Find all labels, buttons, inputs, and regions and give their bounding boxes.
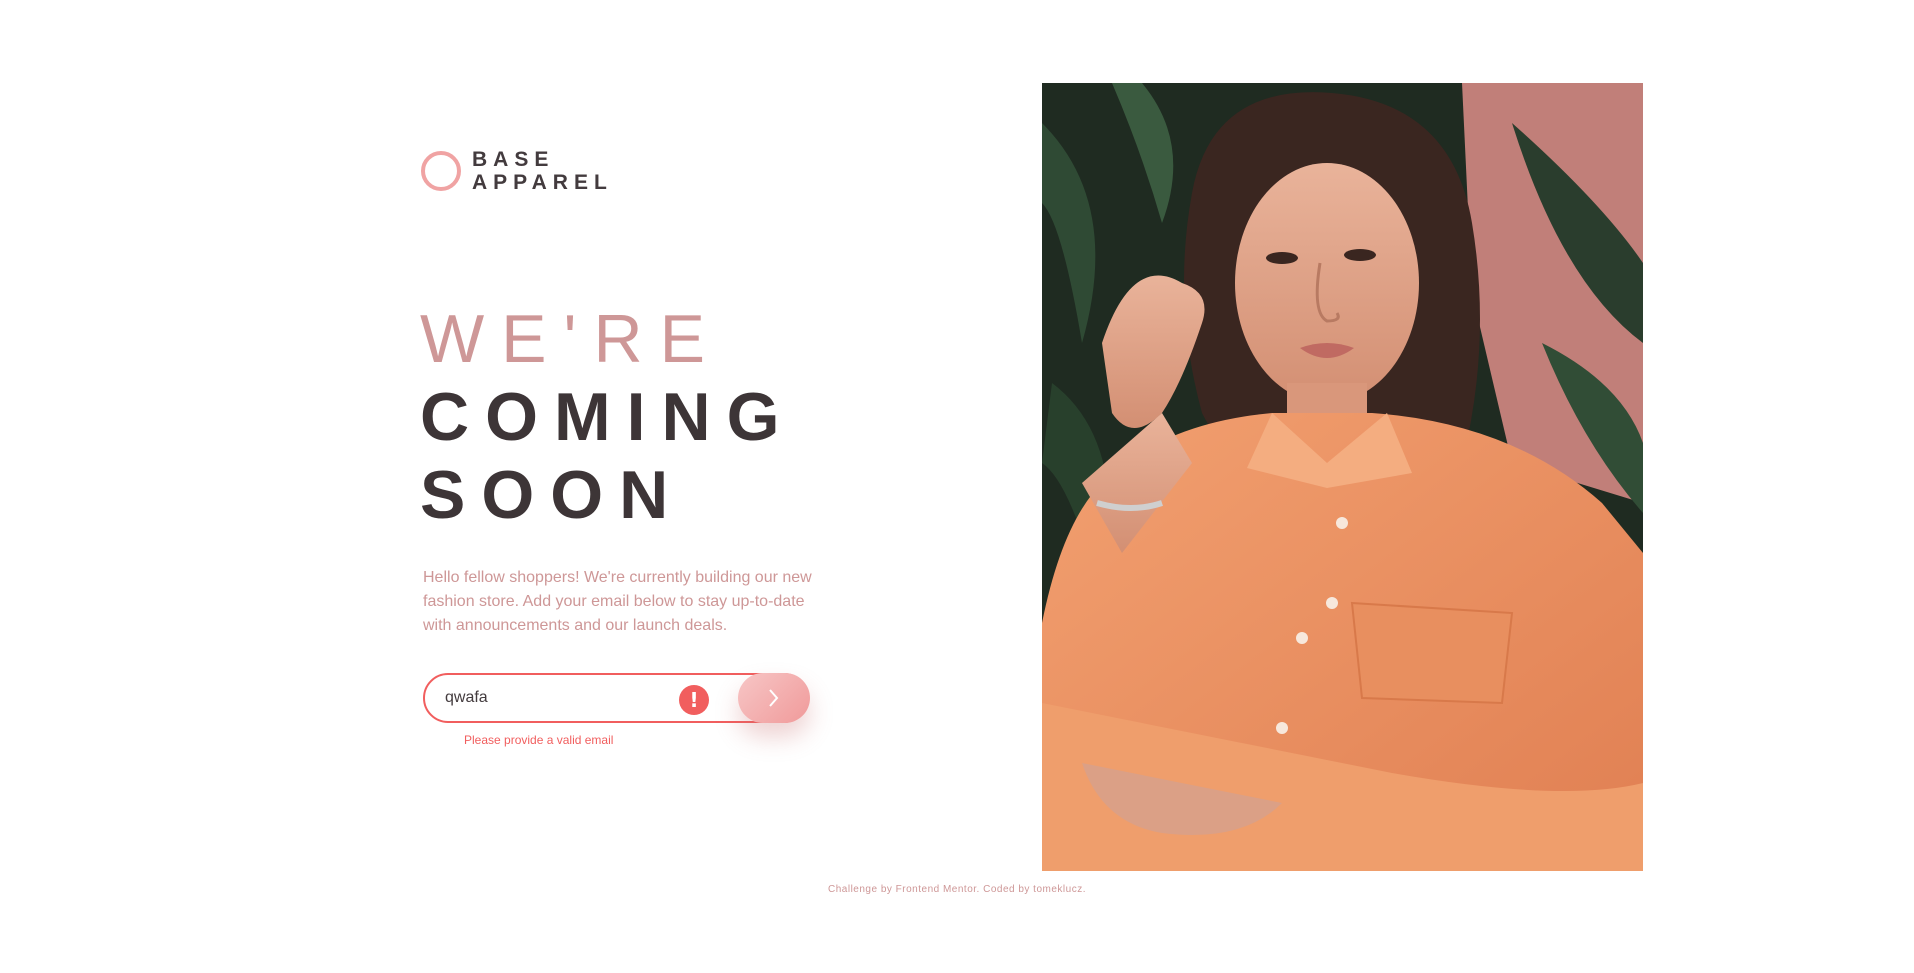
page-headline: WE'RE COMING SOON [420,300,796,534]
intro-text: Hello fellow shoppers! We're currently b… [423,569,812,634]
footer-credit: Challenge by Frontend Mentor. Coded by t… [828,884,1086,895]
brand-line-2: APPAREL [472,171,613,194]
brand-logo: BASE APPAREL [421,148,613,194]
error-exclamation-icon: ! [679,685,709,715]
logo-circle-icon [421,151,461,191]
chevron-right-icon [769,689,779,707]
headline-line-2: COMING [420,379,796,455]
email-signup-form: ! [423,673,810,723]
brand-line-1: BASE [472,148,555,171]
model-photo [1042,83,1643,871]
hero-image [1042,83,1643,871]
email-input[interactable] [445,675,675,721]
email-error-message: Please provide a valid email [464,733,614,747]
submit-button[interactable] [738,673,810,723]
headline-line-1: WE'RE [420,301,722,377]
headline-line-3: SOON [420,457,685,533]
brand-name: BASE APPAREL [472,148,613,194]
